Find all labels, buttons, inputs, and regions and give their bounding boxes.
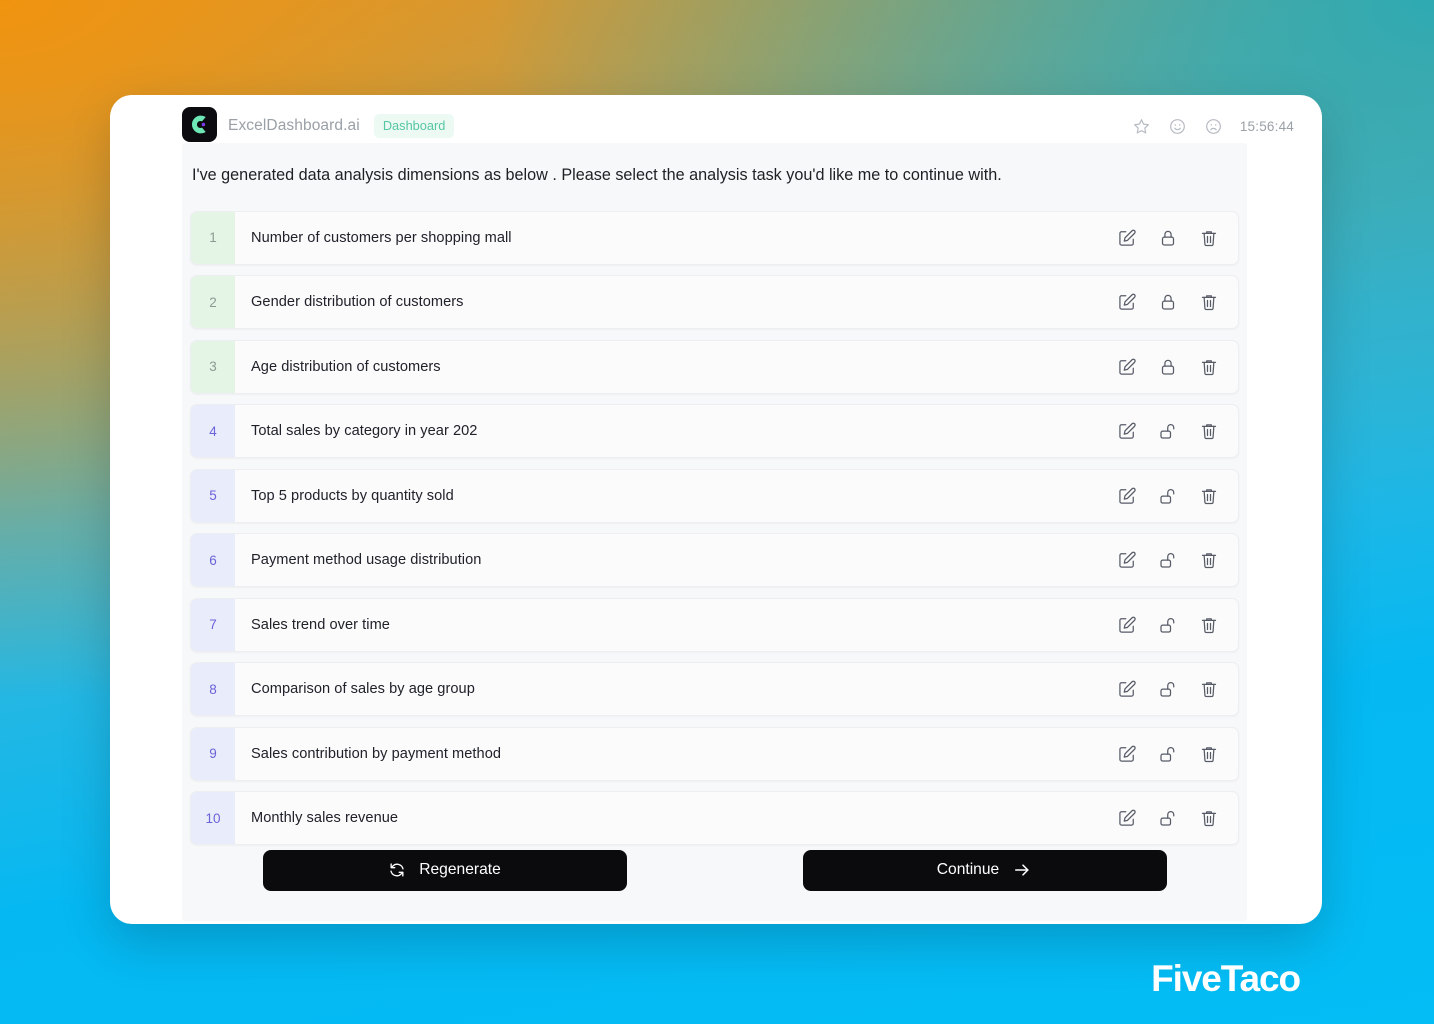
lock-closed-icon[interactable]	[1158, 357, 1178, 377]
lock-open-icon[interactable]	[1158, 744, 1178, 764]
lock-open-icon[interactable]	[1158, 808, 1178, 828]
edit-pencil-icon[interactable]	[1117, 615, 1137, 635]
row-index: 3	[191, 340, 235, 393]
edit-pencil-icon[interactable]	[1117, 292, 1137, 312]
row-action-group	[1117, 421, 1238, 441]
app-window-card: ExcelDashboard.ai Dashboard 15:56:44 I'v…	[110, 95, 1322, 924]
trash-icon[interactable]	[1199, 357, 1219, 377]
edit-pencil-icon[interactable]	[1117, 550, 1137, 570]
header-actions: 15:56:44	[1132, 117, 1294, 136]
trash-icon[interactable]	[1199, 679, 1219, 699]
regenerate-button[interactable]: Regenerate	[262, 849, 627, 891]
assistant-message: I've generated data analysis dimensions …	[192, 166, 1002, 184]
table-row[interactable]: 1 Number of customers per shopping mall	[190, 210, 1239, 265]
table-row[interactable]: 6 Payment method usage distribution	[190, 533, 1239, 588]
edit-pencil-icon[interactable]	[1117, 357, 1137, 377]
table-row[interactable]: 4 Total sales by category in year 202	[190, 404, 1239, 459]
table-row[interactable]: 9 Sales contribution by payment method	[190, 726, 1239, 781]
trash-icon[interactable]	[1199, 744, 1219, 764]
trash-icon[interactable]	[1199, 808, 1219, 828]
dimension-label: Sales contribution by payment method	[251, 745, 502, 762]
dimension-label: Comparison of sales by age group	[251, 681, 475, 698]
row-action-group	[1117, 808, 1238, 828]
continue-label: Continue	[936, 861, 1000, 878]
refresh-icon	[388, 861, 406, 879]
table-row[interactable]: 5 Top 5 products by quantity sold	[190, 468, 1239, 523]
lock-closed-icon[interactable]	[1158, 292, 1178, 312]
row-action-group	[1117, 228, 1238, 248]
table-row[interactable]: 3 Age distribution of customers	[190, 339, 1239, 394]
trash-icon[interactable]	[1199, 615, 1219, 635]
row-action-group	[1117, 550, 1238, 570]
dimension-label: Number of customers per shopping mall	[251, 229, 512, 246]
fivetaco-watermark: FiveTaco	[1151, 958, 1301, 999]
table-row[interactable]: 7 Sales trend over time	[190, 597, 1239, 652]
trash-icon[interactable]	[1199, 292, 1219, 312]
row-index: 4	[191, 405, 235, 458]
row-action-group	[1117, 357, 1238, 377]
dimension-label: Sales trend over time	[251, 616, 390, 633]
row-action-group	[1117, 744, 1238, 764]
continue-button[interactable]: Continue	[802, 849, 1167, 891]
dashboard-badge: Dashboard	[373, 114, 455, 138]
conversation-panel: I've generated data analysis dimensions …	[182, 143, 1247, 921]
dimension-list: 1 Number of customers per shopping mall 2 G…	[182, 210, 1247, 846]
edit-pencil-icon[interactable]	[1117, 228, 1137, 248]
lock-closed-icon[interactable]	[1158, 228, 1178, 248]
dimension-label: Age distribution of customers	[251, 358, 441, 375]
row-index: 2	[191, 276, 235, 329]
row-index: 7	[191, 598, 235, 651]
row-action-group	[1117, 679, 1238, 699]
edit-pencil-icon[interactable]	[1117, 679, 1137, 699]
trash-icon[interactable]	[1199, 550, 1219, 570]
row-index: 5	[191, 469, 235, 522]
lock-open-icon[interactable]	[1158, 615, 1178, 635]
trash-icon[interactable]	[1199, 228, 1219, 248]
row-index: 8	[191, 663, 235, 716]
edit-pencil-icon[interactable]	[1117, 421, 1137, 441]
action-footer: Regenerate Continue	[182, 835, 1247, 921]
logo-c-mark-icon	[191, 115, 206, 134]
clock-label: 15:56:44	[1239, 118, 1294, 134]
trash-icon[interactable]	[1199, 486, 1219, 506]
brand-name: ExcelDashboard.ai	[228, 117, 360, 134]
dimension-label: Total sales by category in year 202	[251, 423, 478, 440]
edit-pencil-icon[interactable]	[1117, 744, 1137, 764]
star-icon[interactable]	[1132, 117, 1151, 136]
dimension-label: Top 5 products by quantity sold	[251, 487, 454, 504]
row-action-group	[1117, 292, 1238, 312]
dimension-label: Monthly sales revenue	[251, 810, 399, 827]
table-row[interactable]: 8 Comparison of sales by age group	[190, 662, 1239, 717]
row-action-group	[1117, 615, 1238, 635]
edit-pencil-icon[interactable]	[1117, 808, 1137, 828]
row-index: 6	[191, 534, 235, 587]
dimension-label: Gender distribution of customers	[251, 294, 464, 311]
regenerate-label: Regenerate	[419, 861, 501, 878]
edit-pencil-icon[interactable]	[1117, 486, 1137, 506]
row-index: 1	[191, 211, 235, 264]
arrow-right-icon	[1012, 860, 1032, 880]
trash-icon[interactable]	[1199, 421, 1219, 441]
table-row[interactable]: 2 Gender distribution of customers	[190, 275, 1239, 330]
row-index: 9	[191, 727, 235, 780]
lock-open-icon[interactable]	[1158, 486, 1178, 506]
smiley-sad-icon[interactable]	[1204, 117, 1223, 136]
dimension-label: Payment method usage distribution	[251, 552, 482, 569]
row-action-group	[1117, 486, 1238, 506]
lock-open-icon[interactable]	[1158, 679, 1178, 699]
lock-open-icon[interactable]	[1158, 550, 1178, 570]
lock-open-icon[interactable]	[1158, 421, 1178, 441]
app-logo	[182, 107, 217, 142]
smiley-happy-icon[interactable]	[1168, 117, 1187, 136]
